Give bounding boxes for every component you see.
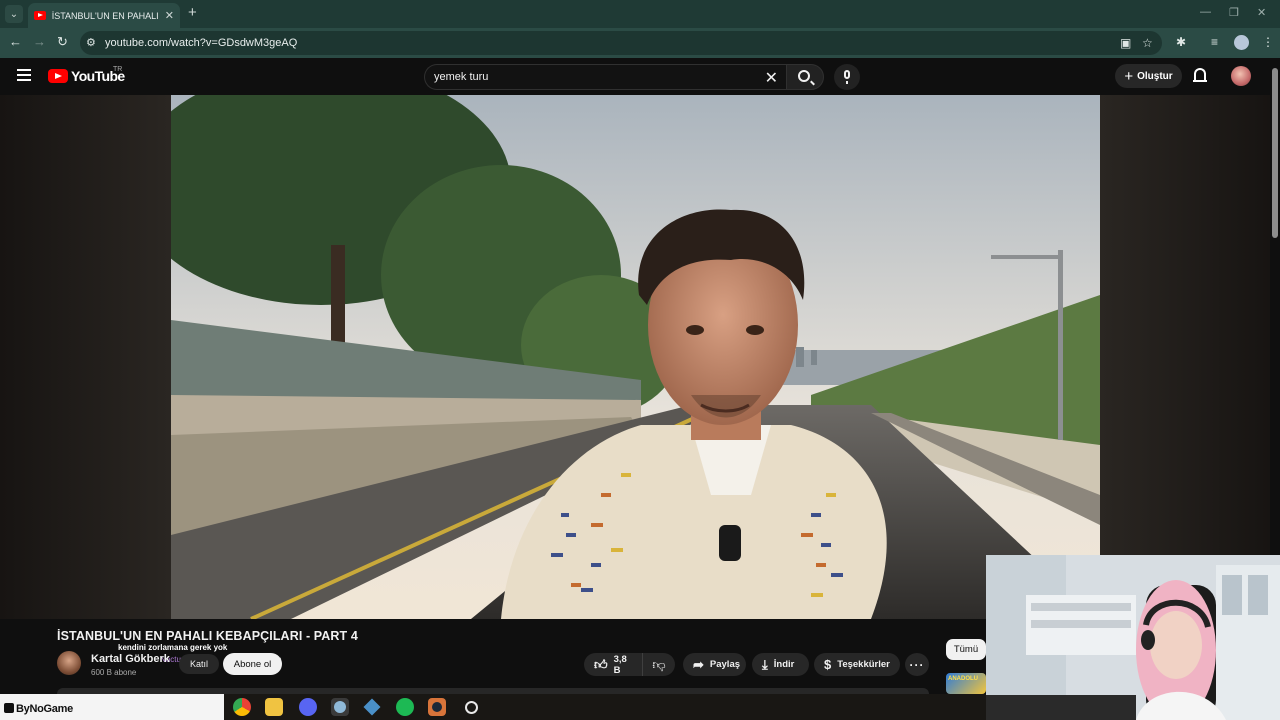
- steam-taskbar-icon[interactable]: [428, 698, 446, 716]
- spotify-taskbar-icon[interactable]: [396, 698, 414, 716]
- share-label: Paylaş: [709, 659, 741, 670]
- channel-name[interactable]: Kartal Gökberk: [91, 653, 170, 665]
- streamer-webcam-overlay: [986, 555, 1280, 720]
- dislike-button[interactable]: 👎︎: [643, 653, 675, 676]
- bookmark-star-icon[interactable]: ☆: [1142, 36, 1153, 50]
- thanks-label: Teşekkürler: [837, 659, 890, 670]
- browser-profile-avatar[interactable]: [1234, 35, 1249, 50]
- obs-taskbar-icon[interactable]: [462, 698, 480, 716]
- minimize-icon[interactable]: —: [1200, 6, 1211, 18]
- file-explorer-taskbar-icon[interactable]: [265, 698, 283, 716]
- video-frame[interactable]: [171, 95, 1100, 619]
- install-app-icon[interactable]: ▣: [1120, 36, 1131, 50]
- browser-tab-active[interactable]: İSTANBUL'UN EN PAHALI KEBAPÇILARI - PART…: [28, 3, 180, 28]
- bynogame-label: ByNoGame: [4, 703, 73, 715]
- youtube-logo-icon: [48, 69, 68, 83]
- reload-icon[interactable]: ↻: [57, 34, 68, 50]
- filter-chip-all[interactable]: Tümü: [946, 639, 986, 660]
- scrollbar-thumb[interactable]: [1272, 68, 1278, 238]
- thanks-icon: $: [824, 657, 832, 672]
- restore-icon[interactable]: ❐: [1229, 6, 1239, 19]
- dislike-icon: 👎︎: [652, 656, 666, 672]
- discord-taskbar-icon[interactable]: [299, 698, 317, 716]
- extensions-icon[interactable]: ✱: [1176, 35, 1186, 49]
- create-button[interactable]: + Oluştur: [1115, 64, 1182, 88]
- more-icon: ···: [909, 657, 925, 672]
- subscriber-count: 600 B abone: [91, 668, 137, 677]
- bell-icon[interactable]: [1193, 68, 1207, 82]
- bynogame-text: ByNoGame: [16, 703, 73, 715]
- youtube-favicon-icon: [34, 11, 46, 20]
- player-ambient-right: [1099, 95, 1270, 619]
- tab-search-button[interactable]: ⌄: [5, 5, 23, 23]
- like-icon: 👍︎: [594, 657, 608, 672]
- app-taskbar-icon[interactable]: [363, 698, 381, 716]
- forward-arrow-icon[interactable]: →: [33, 34, 46, 49]
- country-code: TR: [113, 66, 123, 73]
- tab-title: İSTANBUL'UN EN PAHALI KEBAPÇILARI - PART…: [51, 10, 161, 21]
- create-label: Oluştur: [1137, 70, 1173, 82]
- menu-icon[interactable]: [17, 69, 31, 81]
- like-count: 3,8 B: [613, 653, 627, 676]
- plus-icon: +: [1124, 67, 1134, 85]
- player-ambient-left: [0, 95, 171, 619]
- recommended-video-thumbnail[interactable]: ANADOLU: [946, 673, 986, 694]
- search-button[interactable]: [786, 64, 824, 90]
- share-icon: ➦: [693, 657, 704, 672]
- download-button[interactable]: ⤓ İndir: [752, 653, 809, 676]
- browser-tab-strip: ⌄ İSTANBUL'UN EN PAHALI KEBAPÇILARI - PA…: [0, 0, 1280, 28]
- account-avatar[interactable]: [1231, 66, 1251, 86]
- bynogame-logo-icon: [4, 703, 14, 713]
- video-title: İSTANBUL'UN EN PAHALI KEBAPÇILARI - PART…: [57, 629, 358, 643]
- webcam-image: [986, 555, 1280, 720]
- search-icon: [798, 70, 810, 82]
- like-button[interactable]: 👍︎ 3,8 B: [584, 653, 643, 676]
- join-button[interactable]: Katıl: [179, 654, 219, 674]
- mic-stand: [846, 81, 848, 84]
- clear-search-icon[interactable]: ✕: [765, 68, 778, 88]
- search-query: yemek turu: [434, 71, 489, 83]
- video-scene-image: [171, 95, 1100, 619]
- chrome-taskbar-icon[interactable]: [233, 698, 251, 716]
- url-text: youtube.com/watch?v=GDsdwM3geAQ: [105, 37, 298, 49]
- channel-avatar[interactable]: [57, 651, 81, 675]
- share-button[interactable]: ➦ Paylaş: [683, 653, 746, 676]
- site-info-icon[interactable]: ⚙: [86, 36, 96, 49]
- back-arrow-icon[interactable]: ←: [9, 34, 22, 49]
- browser-menu-icon[interactable]: ⋮: [1262, 35, 1274, 49]
- window-close-icon[interactable]: ✕: [1257, 6, 1266, 19]
- search-input[interactable]: yemek turu ✕: [424, 64, 786, 90]
- media-controls-icon[interactable]: ≡: [1211, 35, 1218, 49]
- new-tab-button[interactable]: +: [188, 4, 197, 21]
- chat-overlay-message: kendini zorlamana gerek yok: [118, 643, 228, 652]
- chrome-profile-taskbar-icon[interactable]: [331, 698, 349, 716]
- thanks-button[interactable]: $ Teşekkürler: [814, 653, 900, 676]
- thumbnail-text: ANADOLU: [948, 676, 978, 682]
- download-icon: ⤓: [762, 657, 768, 672]
- mic-icon: [844, 70, 850, 79]
- subscribe-button[interactable]: Abone ol: [223, 653, 282, 675]
- taskbar-label-area: ByNoGame: [0, 694, 224, 720]
- os-taskbar: ByNoGame: [0, 694, 986, 720]
- more-actions-button[interactable]: ···: [905, 653, 929, 676]
- voice-search-button[interactable]: [834, 64, 860, 90]
- download-label: İndir: [773, 659, 795, 670]
- video-player[interactable]: [0, 95, 1270, 619]
- browser-toolbar: ← → ↻ ⚙ youtube.com/watch?v=GDsdwM3geAQ …: [0, 28, 1280, 58]
- youtube-header: YouTube TR yemek turu ✕ + Oluştur: [0, 58, 1270, 95]
- tab-close-icon[interactable]: ✕: [165, 9, 174, 22]
- address-bar[interactable]: ⚙ youtube.com/watch?v=GDsdwM3geAQ ▣ ☆: [80, 31, 1162, 55]
